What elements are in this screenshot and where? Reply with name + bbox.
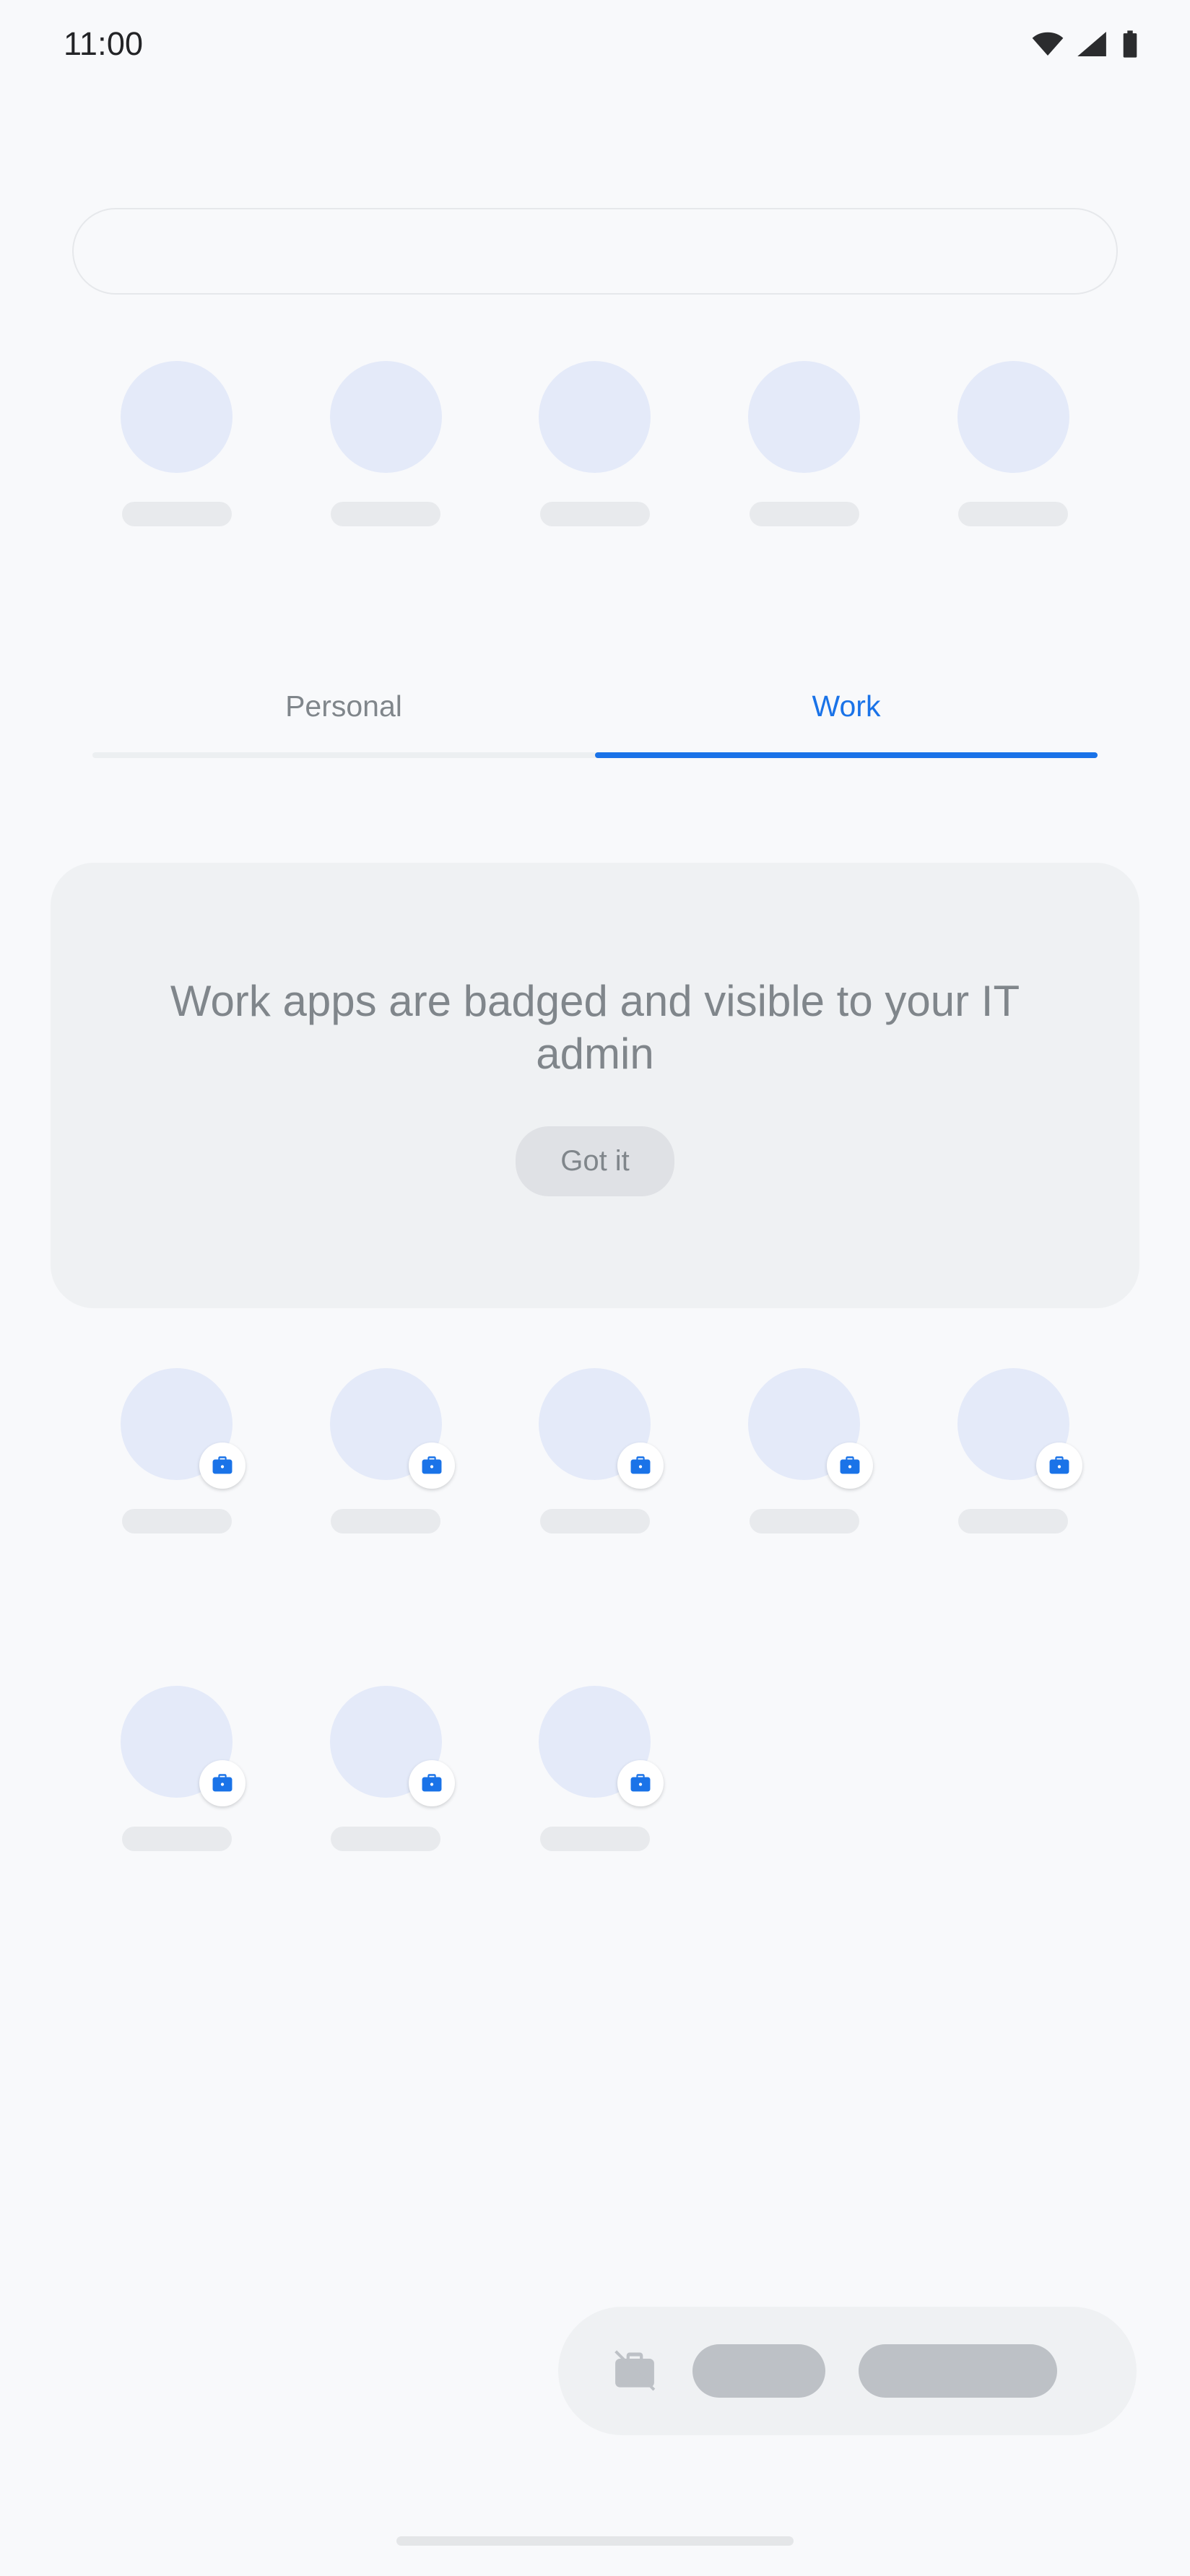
work-off-icon bbox=[610, 2346, 659, 2396]
app-icon-item[interactable] bbox=[908, 361, 1118, 526]
app-label-placeholder bbox=[331, 1827, 441, 1851]
work-briefcase-badge-icon bbox=[827, 1443, 874, 1489]
work-briefcase-badge-icon bbox=[408, 1443, 455, 1489]
got-it-button[interactable]: Got it bbox=[516, 1126, 674, 1197]
work-briefcase-badge-icon bbox=[199, 1760, 246, 1806]
app-icon-placeholder bbox=[748, 1368, 874, 1489]
app-icon-placeholder bbox=[329, 1368, 455, 1489]
app-icon-placeholder bbox=[121, 1368, 246, 1489]
work-bar-placeholder-long bbox=[859, 2344, 1057, 2398]
status-bar-icons bbox=[1031, 30, 1139, 58]
app-icon-row-top bbox=[72, 361, 1118, 526]
gesture-navigation-handle[interactable] bbox=[396, 2536, 794, 2546]
app-icon-placeholder bbox=[957, 361, 1069, 473]
app-icon-placeholder bbox=[329, 361, 442, 473]
work-app-slot-empty bbox=[908, 1686, 1118, 1851]
app-icon-placeholder bbox=[539, 1368, 664, 1489]
app-icon-item[interactable] bbox=[490, 361, 700, 526]
work-app-row-1 bbox=[72, 1368, 1118, 1533]
app-label-placeholder bbox=[958, 502, 1069, 526]
cell-signal-icon bbox=[1077, 32, 1108, 56]
work-profile-toggle-bar[interactable] bbox=[558, 2307, 1137, 2435]
search-input[interactable] bbox=[72, 208, 1118, 295]
tab-active-indicator bbox=[595, 752, 1098, 758]
work-briefcase-badge-icon bbox=[617, 1760, 664, 1806]
app-label-placeholder bbox=[121, 502, 232, 526]
work-app-item[interactable] bbox=[490, 1686, 700, 1851]
app-label-placeholder bbox=[958, 1509, 1069, 1533]
status-bar: 11:00 bbox=[0, 0, 1190, 88]
work-briefcase-badge-icon bbox=[617, 1443, 664, 1489]
app-label-placeholder bbox=[121, 1827, 232, 1851]
app-label-placeholder bbox=[749, 1509, 859, 1533]
work-app-row-2 bbox=[72, 1686, 1118, 1851]
app-icon-placeholder bbox=[748, 361, 861, 473]
app-label-placeholder bbox=[331, 1509, 441, 1533]
app-icon-placeholder bbox=[121, 1686, 246, 1806]
app-label-placeholder bbox=[121, 1509, 232, 1533]
work-app-item[interactable] bbox=[700, 1368, 909, 1533]
app-label-placeholder bbox=[539, 502, 650, 526]
app-icon-item[interactable] bbox=[72, 361, 282, 526]
battery-icon bbox=[1121, 30, 1139, 58]
app-icon-placeholder bbox=[121, 361, 233, 473]
app-icon-item[interactable] bbox=[282, 361, 491, 526]
tab-personal[interactable]: Personal bbox=[92, 689, 595, 752]
app-icon-placeholder bbox=[539, 361, 651, 473]
work-profile-app-drawer: 11:00 Personal Work Work apps are badged… bbox=[0, 0, 1190, 2576]
app-label-placeholder bbox=[539, 1827, 650, 1851]
tab-work[interactable]: Work bbox=[595, 689, 1098, 752]
work-briefcase-badge-icon bbox=[1035, 1443, 1082, 1489]
work-app-item[interactable] bbox=[72, 1686, 282, 1851]
wifi-icon bbox=[1031, 32, 1064, 56]
info-card-title: Work apps are badged and visible to your… bbox=[170, 976, 1020, 1078]
tab-strip: Personal Work bbox=[92, 689, 1098, 752]
work-briefcase-badge-icon bbox=[199, 1443, 246, 1489]
app-label-placeholder bbox=[749, 502, 859, 526]
app-icon-item[interactable] bbox=[700, 361, 909, 526]
app-icon-placeholder bbox=[539, 1686, 664, 1806]
work-app-item[interactable] bbox=[282, 1686, 491, 1851]
app-label-placeholder bbox=[331, 502, 441, 526]
status-bar-clock: 11:00 bbox=[64, 25, 144, 62]
app-icon-placeholder bbox=[957, 1368, 1082, 1489]
work-profile-info-card: Work apps are badged and visible to your… bbox=[51, 863, 1139, 1308]
work-briefcase-badge-icon bbox=[408, 1760, 455, 1806]
work-app-item[interactable] bbox=[72, 1368, 282, 1533]
app-label-placeholder bbox=[539, 1509, 650, 1533]
profile-tabs: Personal Work bbox=[92, 689, 1098, 758]
app-icon-placeholder bbox=[329, 1686, 455, 1806]
work-app-slot-empty bbox=[700, 1686, 909, 1851]
work-app-item[interactable] bbox=[490, 1368, 700, 1533]
work-bar-placeholder-short bbox=[692, 2344, 825, 2398]
work-app-item[interactable] bbox=[908, 1368, 1118, 1533]
work-app-item[interactable] bbox=[282, 1368, 491, 1533]
tab-track bbox=[92, 752, 1098, 758]
